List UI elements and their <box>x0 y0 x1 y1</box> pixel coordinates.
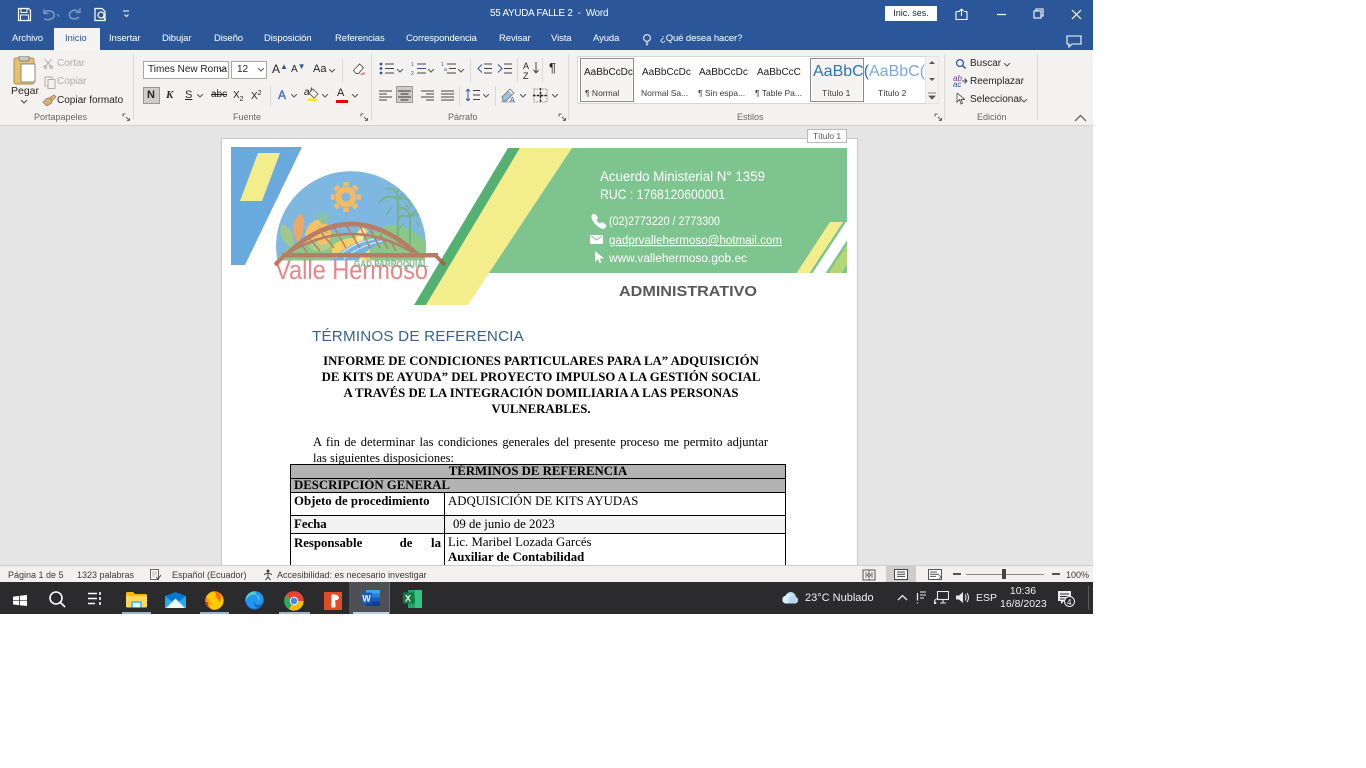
svg-text:4: 4 <box>1067 598 1072 607</box>
svg-text:(02)2773220 / 2773300: (02)2773220 / 2773300 <box>609 216 720 228</box>
svg-text:ADMINISTRATIVO: ADMINISTRATIVO <box>619 284 757 300</box>
svg-text:X: X <box>405 594 411 604</box>
svg-text:1: 1 <box>411 62 414 68</box>
svg-text:W: W <box>362 594 371 604</box>
svg-text:2: 2 <box>411 71 414 75</box>
svg-text:GAD PARROQUIAL: GAD PARROQUIAL <box>354 259 428 270</box>
svg-text:A: A <box>510 97 515 103</box>
svg-text:gadprvallehermoso@hotmail.com: gadprvallehermoso@hotmail.com <box>609 235 782 247</box>
svg-text:Acuerdo Ministerial N° 1359: Acuerdo Ministerial N° 1359 <box>600 169 765 184</box>
svg-text:www.vallehermoso.gob.ec: www.vallehermoso.gob.ec <box>608 253 747 265</box>
svg-text:a: a <box>444 67 447 73</box>
svg-text:RUC : 1768120600001: RUC : 1768120600001 <box>600 187 725 202</box>
